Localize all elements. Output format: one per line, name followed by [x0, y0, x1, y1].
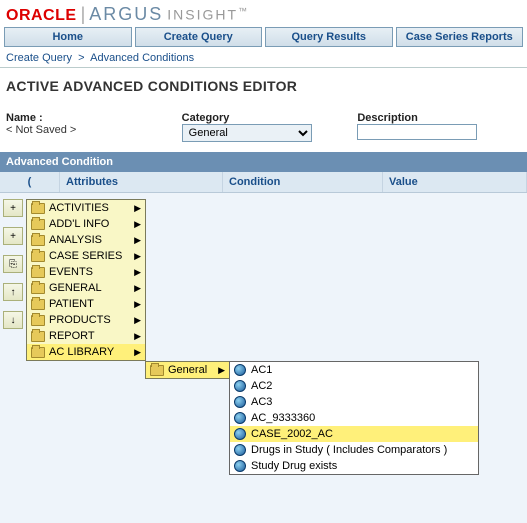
chevron-right-icon: ▶: [134, 219, 141, 230]
folder-icon: [31, 203, 45, 214]
crumb-advanced-conditions[interactable]: Advanced Conditions: [90, 52, 194, 64]
nav-case-series-reports[interactable]: Case Series Reports: [396, 27, 524, 47]
category-select[interactable]: General: [182, 124, 312, 142]
attribute-menu: ACTIVITIES▶ ADD'L INFO▶ ANALYSIS▶ CASE S…: [26, 199, 146, 361]
menu-report[interactable]: REPORT▶: [27, 328, 145, 344]
menu-addl-info[interactable]: ADD'L INFO▶: [27, 216, 145, 232]
menu-patient[interactable]: PATIENT▶: [27, 296, 145, 312]
page-title: ACTIVE ADVANCED CONDITIONS EDITOR: [0, 68, 527, 110]
tool-column: + + ⎘ ↑ ↓: [3, 199, 25, 329]
chevron-right-icon: ▶: [134, 203, 141, 214]
crumb-create-query[interactable]: Create Query: [6, 52, 72, 64]
tool-add-row[interactable]: +: [3, 199, 23, 217]
menu-ac-library[interactable]: AC LIBRARY▶: [27, 344, 145, 360]
description-input[interactable]: [357, 124, 477, 140]
menu-general[interactable]: GENERAL▶: [27, 280, 145, 296]
nav-home[interactable]: Home: [4, 27, 132, 47]
breadcrumb: Create Query > Advanced Conditions: [0, 49, 527, 68]
oracle-text: ORACLE: [6, 7, 77, 25]
argus-text: ARGUS: [89, 4, 163, 25]
menu-events[interactable]: EVENTS▶: [27, 264, 145, 280]
brand-divider: |: [81, 4, 86, 25]
leaf-ac2[interactable]: AC2: [230, 378, 478, 394]
chevron-right-icon: ▶: [134, 299, 141, 310]
leaf-menu: AC1 AC2 AC3 AC_9333360 CASE_2002_AC Drug…: [229, 361, 479, 475]
folder-icon: [31, 219, 45, 230]
folder-icon: [31, 299, 45, 310]
work-area: + + ⎘ ↑ ↓ ACTIVITIES▶ ADD'L INFO▶ ANALYS…: [0, 193, 527, 523]
menu-case-series[interactable]: CASE SERIES▶: [27, 248, 145, 264]
submenu-general[interactable]: General▶: [146, 362, 229, 378]
brand-logo: ORACLE | ARGUS INSIGHT™: [6, 4, 521, 27]
globe-icon: [234, 364, 246, 376]
folder-icon: [31, 347, 45, 358]
folder-icon: [31, 251, 45, 262]
folder-icon: [31, 235, 45, 246]
folder-icon: [31, 267, 45, 278]
name-value: < Not Saved >: [6, 124, 170, 136]
leaf-ac3[interactable]: AC3: [230, 394, 478, 410]
globe-icon: [234, 428, 246, 440]
panel-header: Advanced Condition: [0, 152, 527, 172]
chevron-right-icon: ▶: [134, 347, 141, 358]
nav-query-results[interactable]: Query Results: [265, 27, 393, 47]
col-value: Value: [383, 172, 527, 192]
leaf-case-2002-ac[interactable]: CASE_2002_AC: [230, 426, 478, 442]
chevron-right-icon: ▶: [134, 235, 141, 246]
menu-products[interactable]: PRODUCTS▶: [27, 312, 145, 328]
leaf-ac-9333360[interactable]: AC_9333360: [230, 410, 478, 426]
chevron-right-icon: ▶: [218, 365, 225, 376]
submenu: General▶: [145, 361, 230, 379]
globe-icon: [234, 444, 246, 456]
chevron-right-icon: ▶: [134, 331, 141, 342]
leaf-ac1[interactable]: AC1: [230, 362, 478, 378]
globe-icon: [234, 412, 246, 424]
menu-analysis[interactable]: ANALYSIS▶: [27, 232, 145, 248]
leaf-drugs-in-study[interactable]: Drugs in Study ( Includes Comparators ): [230, 442, 478, 458]
nav-create-query[interactable]: Create Query: [135, 27, 263, 47]
description-label: Description: [357, 112, 521, 124]
col-condition: Condition: [223, 172, 383, 192]
globe-icon: [234, 396, 246, 408]
chevron-right-icon: ▶: [134, 283, 141, 294]
col-paren: (: [0, 172, 60, 192]
folder-icon: [150, 365, 164, 376]
folder-icon: [31, 315, 45, 326]
form-row: Name : < Not Saved > Category General De…: [0, 110, 527, 152]
menu-activities[interactable]: ACTIVITIES▶: [27, 200, 145, 216]
tool-add-group[interactable]: +: [3, 227, 23, 245]
globe-icon: [234, 380, 246, 392]
insight-text: INSIGHT™: [167, 6, 249, 23]
column-headers: ( Attributes Condition Value: [0, 172, 527, 193]
tool-copy[interactable]: ⎘: [3, 255, 23, 273]
tool-move-up[interactable]: ↑: [3, 283, 23, 301]
chevron-right-icon: ▶: [134, 251, 141, 262]
folder-icon: [31, 331, 45, 342]
category-label: Category: [182, 112, 346, 124]
name-label: Name :: [6, 112, 170, 124]
globe-icon: [234, 460, 246, 472]
folder-icon: [31, 283, 45, 294]
top-nav: Home Create Query Query Results Case Ser…: [0, 27, 527, 49]
col-attributes: Attributes: [60, 172, 223, 192]
chevron-right-icon: ▶: [134, 267, 141, 278]
chevron-right-icon: ▶: [134, 315, 141, 326]
tool-move-down[interactable]: ↓: [3, 311, 23, 329]
leaf-study-drug-exists[interactable]: Study Drug exists: [230, 458, 478, 474]
